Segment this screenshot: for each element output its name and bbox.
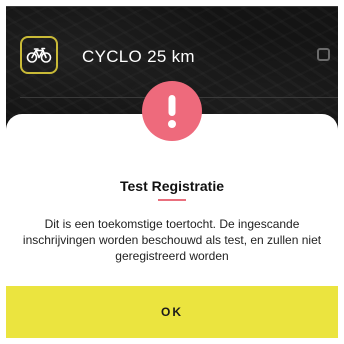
title-underline: [158, 199, 186, 201]
route-checkbox[interactable]: [317, 48, 330, 61]
dialog-message: Dit is een toekomstige toertocht. De ing…: [22, 217, 322, 263]
dialog-title: Test Registratie: [120, 178, 224, 194]
exclamation-icon: [142, 81, 202, 141]
route-item-label: CYCLO 25 km: [82, 47, 195, 66]
ok-button[interactable]: OK: [6, 286, 338, 338]
bicycle-icon: [20, 36, 58, 74]
app-screen: CYCLO 25 km Test Registratie Dit is een …: [6, 6, 338, 338]
